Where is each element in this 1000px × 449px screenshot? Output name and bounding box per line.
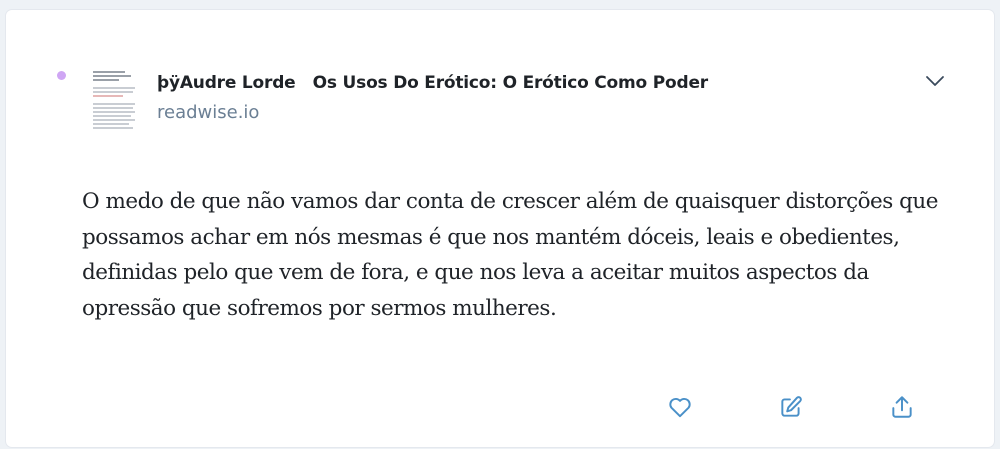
highlight-text: O medo de que não vamos dar conta de cre… xyxy=(82,189,939,321)
highlight-card: þÿAudre Lorde Os Usos Do Erótico: O Erót… xyxy=(6,10,994,447)
book-title[interactable]: þÿAudre Lorde Os Usos Do Erótico: O Erót… xyxy=(157,73,708,93)
unread-dot-icon xyxy=(57,71,66,80)
source-link[interactable]: readwise.io xyxy=(157,102,259,123)
edit-icon[interactable] xyxy=(778,394,804,420)
share-icon[interactable] xyxy=(889,394,915,420)
book-cover-thumbnail xyxy=(87,65,141,135)
chevron-down-icon[interactable] xyxy=(924,70,946,92)
heart-icon[interactable] xyxy=(667,394,693,420)
